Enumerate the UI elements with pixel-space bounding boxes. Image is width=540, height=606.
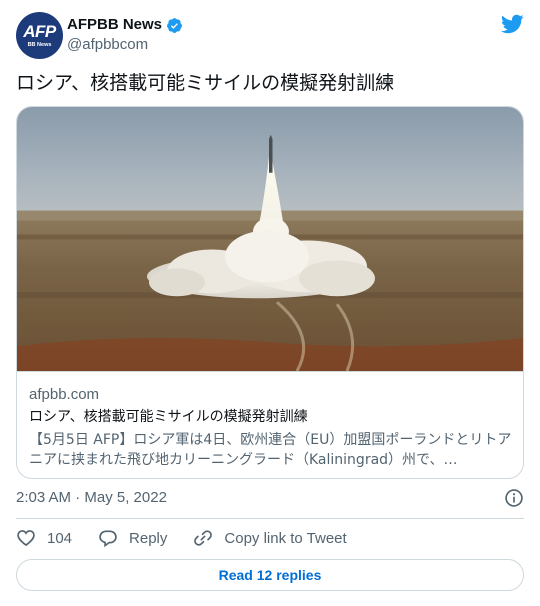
like-count: 104 <box>47 529 73 547</box>
copy-link-button[interactable]: Copy link to Tweet <box>193 528 347 548</box>
author-info[interactable]: AFPBB News @afpbbcom <box>67 15 183 55</box>
divider <box>16 518 524 519</box>
avatar-logo-text: AFP <box>23 22 56 41</box>
card-title[interactable]: ロシア、核搭載可能ミサイルの模擬発射訓練 <box>29 407 513 427</box>
tweet-text: ロシア、核搭載可能ミサイルの模擬発射訓練 <box>16 72 395 94</box>
like-button[interactable]: 104 <box>16 528 72 548</box>
tweet-header: AFP BB News AFPBB News @afpbbcom <box>16 12 524 60</box>
avatar-logo-subtext: BB News <box>27 42 52 48</box>
card-body[interactable]: afpbb.com ロシア、核搭載可能ミサイルの模擬発射訓練 【5月5日 AFP… <box>29 385 513 470</box>
missile-launch-photo[interactable] <box>17 107 523 372</box>
tweet-timestamp[interactable]: 2:03 AM · May 5, 2022 <box>16 488 167 508</box>
heart-icon <box>17 530 35 547</box>
display-name-row[interactable]: AFPBB News <box>67 15 183 35</box>
reply-bubble-icon <box>99 530 117 548</box>
user-handle[interactable]: @afpbbcom <box>67 35 183 55</box>
action-bar: 104 Reply Copy link to Tweet <box>16 527 373 549</box>
twitter-bird-icon[interactable] <box>500 12 524 36</box>
reply-label: Reply <box>129 529 168 547</box>
read-replies-label: Read 12 replies <box>218 567 322 583</box>
card-domain: afpbb.com <box>29 386 100 403</box>
info-icon[interactable] <box>504 488 524 508</box>
reply-button[interactable]: Reply <box>98 528 167 548</box>
avatar[interactable]: AFP BB News <box>16 12 63 59</box>
link-card[interactable]: afpbb.com ロシア、核搭載可能ミサイルの模擬発射訓練 【5月5日 AFP… <box>16 106 524 479</box>
copy-link-label: Copy link to Tweet <box>224 529 347 547</box>
verified-badge-icon <box>167 17 182 33</box>
display-name[interactable]: AFPBB News <box>67 15 162 35</box>
card-description: 【5月5日 AFP】ロシア軍は4日、欧州連合（EU）加盟国ポーランドとリトアニア… <box>29 432 512 468</box>
read-replies-button[interactable]: Read 12 replies <box>16 559 524 591</box>
link-icon <box>194 530 213 546</box>
